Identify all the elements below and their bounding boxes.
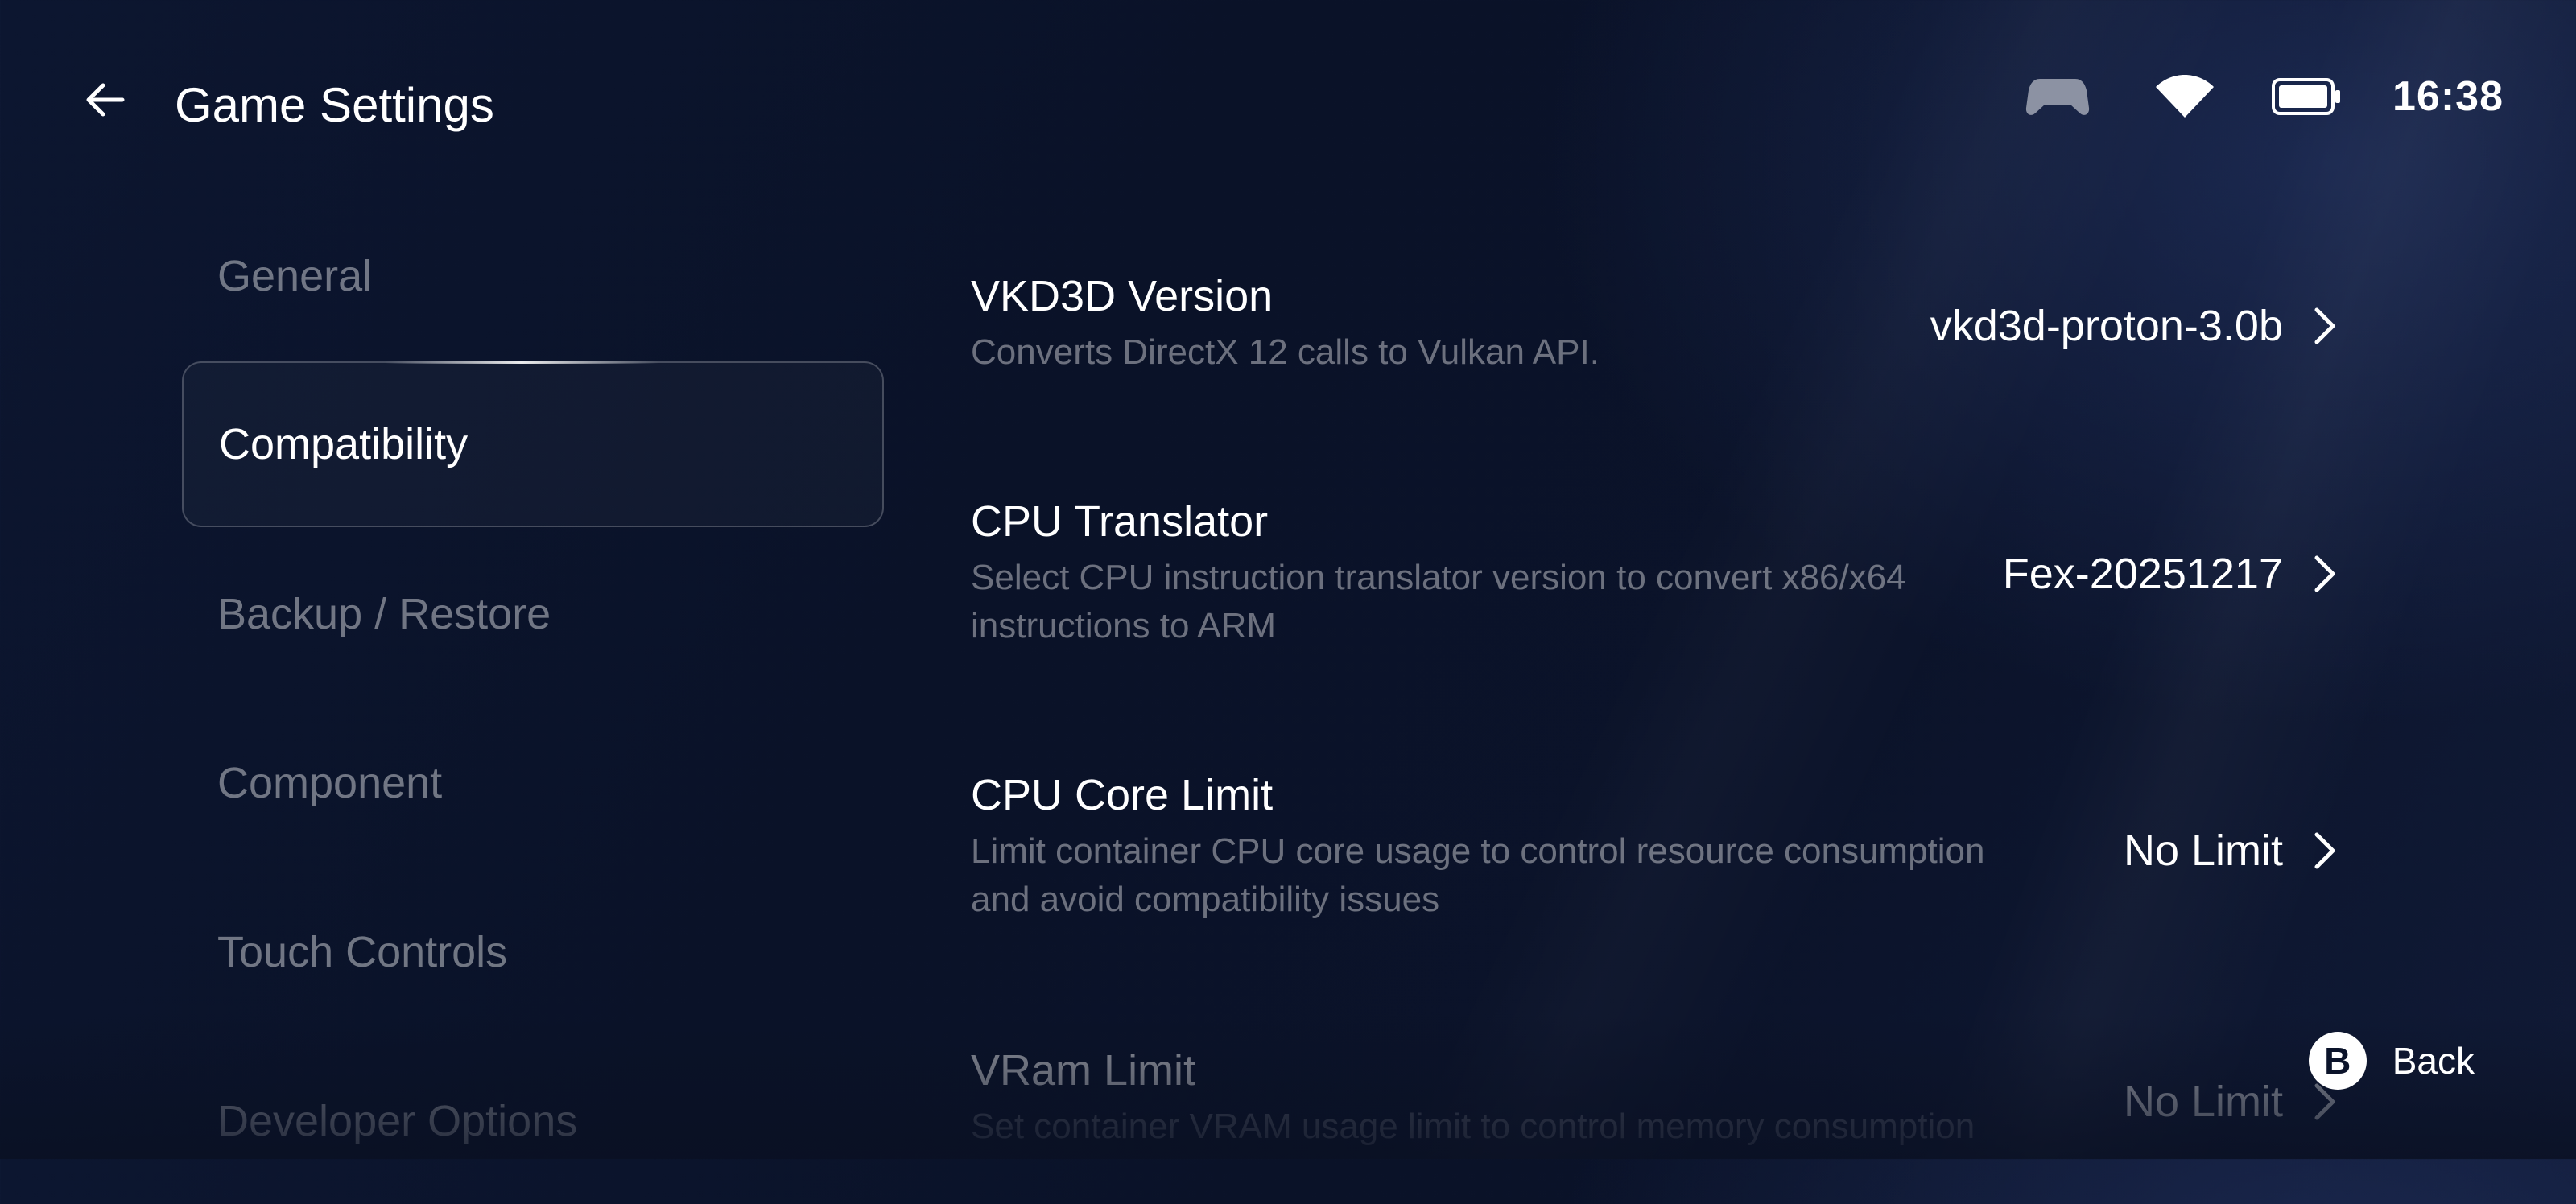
sidebar-item-component[interactable]: Component [182, 700, 884, 866]
sidebar-item-backup-restore[interactable]: Backup / Restore [182, 531, 884, 697]
setting-value: Fex-20251217 [2003, 549, 2339, 599]
sidebar-item-label: Compatibility [219, 420, 469, 468]
setting-description-line: instructions to ARM [971, 606, 1277, 645]
setting-description-line: and avoid compatibility issues [971, 880, 1440, 919]
sidebar-item-label: Developer Options [217, 1097, 578, 1145]
b-button-icon: B [2308, 1032, 2367, 1090]
sidebar-item-developer-options[interactable]: Developer Options [182, 1038, 884, 1204]
chevron-right-icon [2310, 305, 2339, 347]
setting-value: vkd3d-proton-3.0b [1930, 301, 2339, 351]
setting-vkd3d-version[interactable]: VKD3D Version Converts DirectX 12 calls … [971, 270, 2339, 377]
back-hint-label: Back [2392, 1040, 2475, 1082]
clock: 16:38 [2392, 73, 2504, 120]
setting-vram-limit[interactable]: VRam Limit Set container VRAM usage limi… [971, 1045, 2339, 1151]
page-title: Game Settings [175, 78, 494, 132]
setting-value-text: vkd3d-proton-3.0b [1930, 302, 2283, 350]
sidebar-item-touch-controls[interactable]: Touch Controls [182, 869, 884, 1035]
status-bar: 16:38 [2025, 68, 2504, 126]
setting-title: CPU Translator [971, 497, 1269, 546]
wifi-icon [2154, 74, 2215, 119]
setting-cpu-translator[interactable]: CPU Translator Select CPU instruction tr… [971, 496, 2339, 650]
setting-value: No Limit [2124, 1077, 2339, 1127]
gamepad-icon [2025, 72, 2090, 121]
setting-title: CPU Core Limit [971, 771, 1274, 819]
setting-cpu-core-limit[interactable]: CPU Core Limit Limit container CPU core … [971, 769, 2339, 924]
setting-value-text: No Limit [2123, 827, 2283, 875]
setting-value-text: Fex-20251217 [2002, 550, 2283, 598]
back-hint-button[interactable]: B Back [2308, 1032, 2475, 1090]
chevron-right-icon [2310, 830, 2339, 872]
setting-value-text: No Limit [2123, 1078, 2283, 1126]
sidebar-item-label: Component [217, 759, 443, 807]
setting-value: No Limit [2124, 826, 2339, 876]
back-arrow-icon[interactable] [80, 74, 132, 126]
sidebar-item-label: General [217, 252, 373, 300]
battery-icon [2272, 77, 2341, 116]
sidebar-item-label: Backup / Restore [217, 590, 551, 638]
sidebar-item-compatibility[interactable]: Compatibility [182, 361, 884, 527]
sidebar-item-general[interactable]: General [182, 193, 884, 359]
chevron-right-icon [2310, 553, 2339, 595]
sidebar-item-label: Touch Controls [217, 928, 508, 976]
